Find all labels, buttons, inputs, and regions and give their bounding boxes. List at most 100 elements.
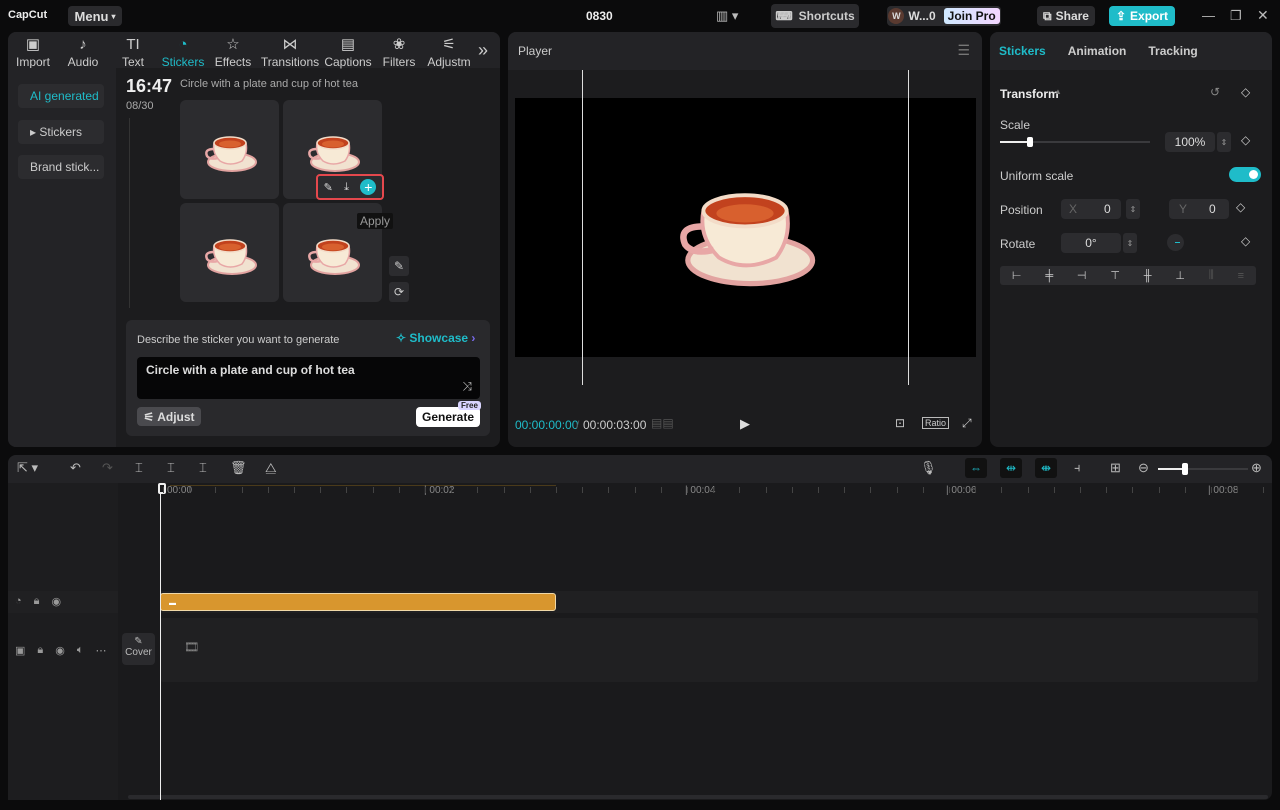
crop-guide-right[interactable] [908,70,909,385]
align-bottom-icon[interactable]: ⊥ [1175,269,1185,282]
close-icon[interactable]: ✕ [1257,7,1269,24]
cover-button[interactable]: ✎ Cover [122,633,155,665]
tab-tracking[interactable]: Tracking [1148,44,1197,70]
scale-slider-handle[interactable] [1027,137,1033,147]
maximize-icon[interactable]: ❐ [1230,8,1242,24]
reset-icon[interactable]: ↺ [1210,85,1220,99]
zoom-out-icon[interactable]: ⊖ [1138,460,1149,476]
crop-guide-left[interactable] [582,70,583,385]
split-view-icon[interactable]: ⫞ [1074,460,1081,476]
lock-icon[interactable]: 🔒︎ [34,595,40,613]
split-left-icon[interactable]: ⌶ [167,460,175,476]
keyframe-icon[interactable]: ◇ [1236,200,1245,214]
share-button[interactable]: ⧉ Share [1037,6,1095,26]
sidebar-item-brand-stickers[interactable]: Brand stick... [18,155,104,179]
position-y-input[interactable]: Y0 [1169,199,1229,219]
edit-icon[interactable]: ✎ [324,181,333,194]
zoom-to-fit-icon[interactable]: ⊞ [1110,460,1121,476]
keyframe-icon[interactable]: ◇ [1241,133,1250,147]
tab-stickers[interactable]: ◔ Stickers [158,32,208,69]
generate-button[interactable]: Generate [416,407,480,427]
showcase-link[interactable]: ✧ Showcase › [396,331,475,345]
adjust-button[interactable]: ⚟ Adjust [137,407,201,426]
zoom-in-icon[interactable]: ⊕ [1251,460,1262,476]
prompt-input[interactable]: Circle with a plate and cup of hot tea ⤨ [137,357,480,399]
position-x-input[interactable]: X0 [1061,199,1121,219]
video-canvas[interactable] [515,98,976,357]
tab-animation[interactable]: Animation [1068,44,1127,70]
sticker-result-3[interactable] [180,203,279,302]
volume-icon[interactable]: 🔈︎ [77,644,84,682]
export-button[interactable]: ⇪ Export [1109,6,1175,26]
split-right-icon[interactable]: ⌶ [199,460,207,476]
join-pro-badge[interactable]: Join Pro [943,8,1000,24]
redo-icon[interactable]: ↷ [102,460,113,476]
regenerate-icon[interactable]: ⟳ [389,282,409,302]
sidebar-item-stickers[interactable]: ▸ Stickers [18,120,104,144]
more-tabs-icon[interactable]: » [474,32,488,68]
transform-heading[interactable]: Transform [1000,87,1059,101]
hamburger-menu-icon[interactable]: ☰ [957,42,970,59]
account-button[interactable]: W W...0 Join Pro [887,6,1001,26]
collapse-icon[interactable]: ▲ [1054,87,1062,96]
fullscreen-icon[interactable]: ⤢ [962,416,972,431]
delete-icon[interactable]: 🗑 [230,460,247,476]
timeline-scrollbar[interactable] [128,795,1268,799]
layout-icon[interactable]: ▥ ▾ [716,8,738,24]
mirror-icon[interactable]: ⧋ [265,460,277,476]
tab-audio[interactable]: ♪ Audio [58,32,108,69]
preview-axis-icon[interactable]: ⇼ [1035,458,1057,478]
lock-icon[interactable]: 🔒︎ [37,644,43,682]
align-center-v-icon[interactable]: ╫ [1144,270,1152,282]
scale-stepper[interactable]: ⇕ [1217,132,1231,152]
uniform-scale-toggle[interactable] [1229,167,1261,182]
select-tool-icon[interactable]: ⇱ ▾ [17,460,38,476]
align-left-icon[interactable]: ⊢ [1012,269,1022,282]
keyframe-icon[interactable]: ◇ [1241,234,1250,248]
playhead-handle[interactable] [158,483,166,494]
distribute-v-icon[interactable]: ≡ [1238,270,1244,282]
auto-snap-icon[interactable]: ⇔ [965,458,987,478]
microphone-icon[interactable]: 🎙 [920,460,937,476]
more-icon[interactable]: ⋯ [95,644,106,682]
tab-import[interactable]: ▣ Import [8,32,58,69]
timeline-zoom-slider[interactable] [1158,463,1248,475]
history-scrollbar[interactable] [129,118,130,308]
eye-icon[interactable]: ◉ [52,595,62,613]
edit-prompt-icon[interactable]: ✎ [389,256,409,276]
align-top-icon[interactable]: ⊤ [1110,269,1120,282]
tab-captions[interactable]: ▤ Captions [322,32,374,69]
scale-input[interactable]: 100% [1165,132,1215,152]
split-icon[interactable]: ⌶ [135,460,143,476]
playhead[interactable] [160,483,161,800]
teacup-sticker-preview[interactable] [665,164,825,294]
sidebar-item-ai-generated[interactable]: AI generated [18,84,104,108]
play-icon[interactable]: ▶ [740,416,750,432]
keyframe-icon[interactable]: ◇ [1241,85,1250,99]
eye-icon[interactable]: ◉ [55,644,65,682]
tab-effects[interactable]: ☆ Effects [208,32,258,69]
align-center-h-icon[interactable]: ╪ [1045,270,1053,282]
download-icon[interactable]: ⤓ [344,181,349,194]
scale-slider[interactable] [1000,137,1150,147]
undo-icon[interactable]: ↶ [70,460,81,476]
linkage-icon[interactable]: ⇹ [1000,458,1022,478]
ratio-button[interactable]: Ratio [922,417,950,429]
rotate-stepper[interactable]: ⇕ [1123,233,1137,253]
tab-stickers-inspector[interactable]: Stickers [999,44,1046,70]
tab-transitions[interactable]: ⋈ Transitions [258,32,322,69]
distribute-h-icon[interactable]: ⫼ [1209,269,1214,282]
rotate-dial[interactable] [1167,234,1184,251]
zoom-fit-icon[interactable]: ⊡ [895,416,905,430]
zoom-slider-handle[interactable] [1182,463,1188,475]
position-x-stepper[interactable]: ⇕ [1126,199,1140,219]
sticker-result-1[interactable] [180,100,279,199]
tab-filters[interactable]: ❀ Filters [374,32,424,69]
menu-button[interactable]: Menu ▾ [68,6,122,26]
apply-plus-icon[interactable]: + [360,179,377,195]
sticker-clip[interactable]: ▬ [160,593,556,611]
tab-adjustment[interactable]: ⚟ Adjustm [424,32,474,69]
rotate-input[interactable]: 0° [1061,233,1121,253]
shuffle-icon[interactable]: ⤨ [462,379,472,394]
minimize-icon[interactable]: — [1202,8,1215,23]
